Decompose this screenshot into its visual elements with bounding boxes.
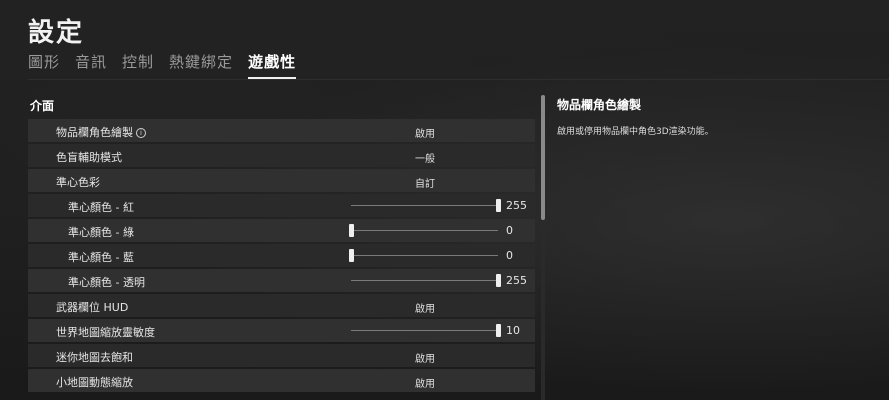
setting-row-worldmap-zoom-sensitivity[interactable]: 世界地圖縮放靈敏度 10 (28, 319, 535, 342)
scrollbar-thumb[interactable] (541, 95, 545, 220)
slider-value: 0 (506, 249, 513, 262)
setting-value[interactable]: 啟用 (415, 375, 435, 390)
setting-label: 準心色彩 (56, 176, 100, 189)
setting-row-crosshair-color[interactable]: 準心色彩 自訂 (28, 169, 535, 192)
section-title: 介面 (30, 99, 55, 113)
tab-graphics[interactable]: 圖形 (28, 51, 60, 77)
setting-value[interactable]: 啟用 (415, 125, 435, 140)
setting-row-weapon-hud[interactable]: 武器欄位 HUD 啟用 (28, 294, 535, 317)
slider-thumb[interactable] (496, 324, 501, 337)
scrollbar[interactable] (541, 95, 545, 400)
slider-track[interactable] (351, 274, 501, 287)
setting-value[interactable]: 啟用 (415, 350, 435, 365)
info-icon[interactable]: i (136, 128, 146, 138)
setting-label: 世界地圖縮放靈敏度 (56, 326, 155, 339)
setting-value[interactable]: 一般 (415, 150, 435, 165)
settings-tabs: 圖形 音訊 控制 熱鍵綁定 遊戲性 (28, 51, 311, 79)
slider-thumb[interactable] (349, 224, 354, 237)
slider-value: 255 (506, 199, 527, 212)
setting-label: 武器欄位 HUD (56, 301, 129, 314)
setting-row-crosshair-blue[interactable]: 準心顏色 - 藍 0 (28, 244, 535, 267)
setting-label: 準心顏色 - 紅 (68, 201, 134, 214)
setting-row-crosshair-green[interactable]: 準心顏色 - 綠 0 (28, 219, 535, 242)
setting-label: 色盲輔助模式 (56, 151, 122, 164)
setting-value[interactable]: 自訂 (415, 175, 435, 190)
tab-audio[interactable]: 音訊 (75, 51, 107, 77)
setting-label: 物品欄角色繪製 i (56, 124, 146, 140)
setting-label: 小地圖動態縮放 (56, 376, 133, 389)
tab-gameplay[interactable]: 遊戲性 (248, 51, 297, 79)
settings-list: 物品欄角色繪製 i 啟用 色盲輔助模式 一般 準心色彩 自訂 準心顏色 - 紅 2… (28, 119, 535, 394)
setting-row-crosshair-alpha[interactable]: 準心顏色 - 透明 255 (28, 269, 535, 292)
setting-label: 迷你地圖去飽和 (56, 351, 133, 364)
header-divider (28, 79, 889, 80)
slider-value: 0 (506, 224, 513, 237)
slider-thumb[interactable] (496, 274, 501, 287)
description-text: 啟用或停用物品欄中角色3D渲染功能。 (557, 127, 714, 137)
setting-row-minimap-desaturate[interactable]: 迷你地圖去飽和 啟用 (28, 344, 535, 367)
setting-label: 準心顏色 - 透明 (68, 276, 145, 289)
tab-keybindings[interactable]: 熱鍵綁定 (169, 51, 233, 77)
tab-controls[interactable]: 控制 (122, 51, 154, 77)
slider-thumb[interactable] (496, 199, 501, 212)
setting-value[interactable]: 啟用 (415, 300, 435, 315)
slider-track[interactable] (351, 199, 501, 212)
slider-value: 255 (506, 274, 527, 287)
setting-row-colorblind-mode[interactable]: 色盲輔助模式 一般 (28, 144, 535, 167)
setting-row-minimap-dynamic-zoom[interactable]: 小地圖動態縮放 啟用 (28, 369, 535, 392)
slider-value: 10 (506, 324, 520, 337)
slider-track[interactable] (349, 249, 498, 262)
setting-label: 準心顏色 - 藍 (68, 251, 134, 264)
slider-thumb[interactable] (349, 249, 354, 262)
slider-track[interactable] (351, 324, 501, 337)
page-title: 設定 (28, 18, 85, 48)
slider-track[interactable] (349, 224, 498, 237)
section-header-interface: 介面 (28, 95, 535, 115)
setting-row-crosshair-red[interactable]: 準心顏色 - 紅 255 (28, 194, 535, 217)
setting-label: 準心顏色 - 綠 (68, 226, 134, 239)
setting-row-inventory-character-render[interactable]: 物品欄角色繪製 i 啟用 (28, 119, 535, 142)
description-title: 物品欄角色繪製 (557, 98, 642, 112)
